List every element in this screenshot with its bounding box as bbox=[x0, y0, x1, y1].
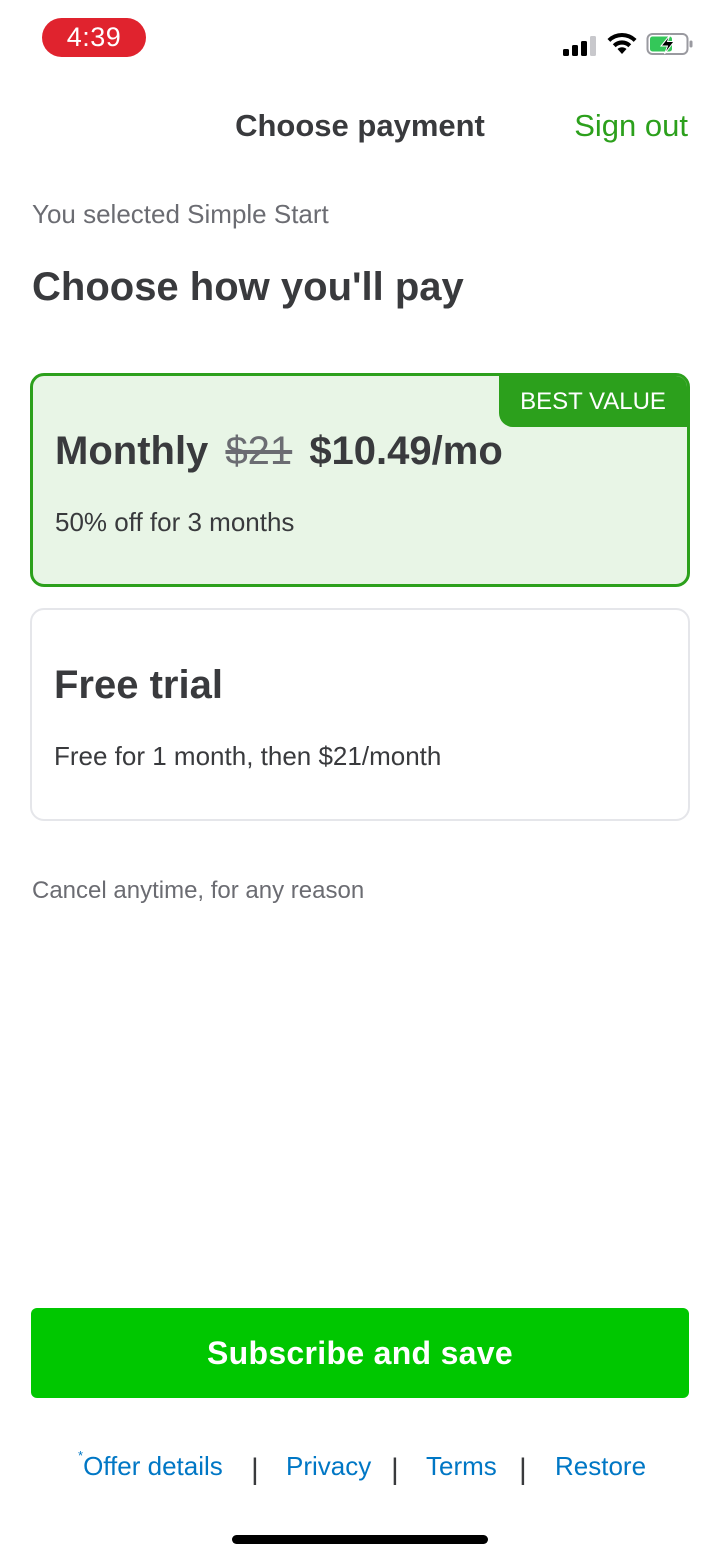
cancel-anytime-note: Cancel anytime, for any reason bbox=[32, 877, 365, 904]
footer-separator: | bbox=[391, 1453, 399, 1486]
best-value-badge: BEST VALUE bbox=[499, 376, 687, 427]
monthly-option-card[interactable]: BEST VALUE Monthly $21 $10.49/mo 50% off… bbox=[30, 373, 690, 587]
discounted-price: $10.49/mo bbox=[309, 429, 503, 473]
privacy-link[interactable]: Privacy bbox=[286, 1446, 371, 1486]
offer-details-label: Offer details bbox=[83, 1451, 223, 1481]
monthly-option-title: Monthly bbox=[55, 429, 209, 473]
restore-link[interactable]: Restore bbox=[555, 1446, 646, 1486]
home-indicator[interactable] bbox=[232, 1535, 488, 1544]
original-price: $21 bbox=[225, 429, 293, 473]
footer-separator: | bbox=[251, 1453, 259, 1486]
wifi-icon bbox=[607, 32, 637, 54]
section-heading: Choose how you'll pay bbox=[32, 265, 464, 309]
sign-out-link[interactable]: Sign out bbox=[574, 104, 688, 148]
terms-link[interactable]: Terms bbox=[426, 1446, 497, 1486]
free-trial-option-subtitle: Free for 1 month, then $21/month bbox=[54, 741, 442, 771]
monthly-option-subtitle: 50% off for 3 months bbox=[55, 507, 295, 537]
selected-plan-text: You selected Simple Start bbox=[32, 199, 329, 229]
status-bar: 4:39 bbox=[0, 0, 720, 80]
status-time: 4:39 bbox=[42, 18, 146, 57]
subscribe-button[interactable]: Subscribe and save bbox=[31, 1308, 689, 1398]
footer-links: *Offer details | Privacy | Terms | Resto… bbox=[0, 1446, 720, 1490]
battery-charging-icon bbox=[646, 33, 693, 55]
monthly-option-title-row: Monthly $21 $10.49/mo bbox=[55, 426, 503, 476]
free-trial-option-card[interactable]: Free trial Free for 1 month, then $21/mo… bbox=[30, 608, 690, 821]
offer-details-link[interactable]: *Offer details bbox=[78, 1446, 223, 1486]
cellular-signal-icon bbox=[563, 34, 597, 56]
free-trial-option-title: Free trial bbox=[54, 663, 223, 707]
footer-separator: | bbox=[519, 1453, 527, 1486]
